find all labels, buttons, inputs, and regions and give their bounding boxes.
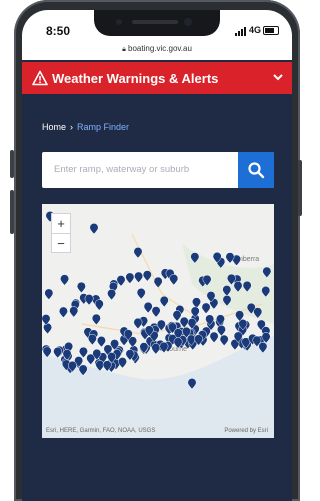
map-pin-icon[interactable] [91,313,101,326]
lock-icon: 🔒︎ [122,46,126,53]
map-pin-icon[interactable] [153,276,163,289]
map-pin-icon[interactable] [94,299,104,311]
map-pin-icon[interactable] [142,270,152,282]
status-time: 8:50 [46,24,71,38]
chevron-right-icon: › [70,122,74,132]
map-pin-icon[interactable] [209,331,219,344]
map-pin-icon[interactable] [190,252,200,264]
phone-side-button [10,190,14,234]
phone-side-button [10,150,14,178]
map-pin-icon[interactable] [96,336,106,348]
url-label: boating.vic.gov.au [128,44,192,53]
map-pin-icon[interactable] [262,266,272,279]
breadcrumb-home[interactable]: Home [42,122,66,132]
map-pin-icon[interactable] [87,333,97,346]
map-pin-icon[interactable] [53,346,63,359]
zoom-control: + − [51,213,71,253]
map-pin-icon[interactable] [222,285,232,297]
map-attribution: Esri, HERE, Garmin, FAO, NOAA, USGS [46,428,156,434]
zoom-in-button[interactable]: + [52,214,70,233]
map-pin-icon[interactable] [159,295,169,308]
ramp-map[interactable]: Canberra Melbourne + − Esri, HERE, Garmi… [42,204,274,438]
map-pin-icon[interactable] [151,343,161,355]
map-pin-icon[interactable] [95,360,105,372]
alert-title: Weather Warnings & Alerts [52,71,219,86]
zoom-out-button[interactable]: − [52,233,70,253]
map-pin-icon[interactable] [60,274,70,286]
map-pin-icon[interactable] [253,307,263,319]
map-pin-icon[interactable] [118,357,127,369]
map-pin-icon[interactable] [84,294,94,306]
map-pin-icon[interactable] [125,272,135,284]
map-pin-icon[interactable] [78,346,88,359]
map-pins [42,211,272,390]
signal-icon [235,26,247,36]
battery-icon [263,26,280,36]
map-pin-icon[interactable] [143,301,153,314]
status-bar: 8:50 4G [22,10,292,42]
map-pin-icon[interactable] [107,288,117,301]
map-pin-icon[interactable] [219,334,229,347]
phone-notch [94,10,220,36]
map-pin-icon[interactable] [133,247,143,259]
map-pin-icon[interactable] [187,378,197,390]
map-pin-icon[interactable] [169,274,179,286]
map-pin-icon[interactable] [242,280,252,293]
breadcrumb-current[interactable]: Ramp Finder [77,122,129,132]
warning-icon [32,70,48,86]
search-button[interactable] [238,152,274,188]
map-pin-icon[interactable] [192,297,201,309]
map-pin-icon[interactable] [133,317,143,330]
map-pin-icon[interactable] [216,324,226,337]
map-pin-icon[interactable] [222,295,232,307]
map-pin-icon[interactable] [258,341,268,354]
map-pin-icon[interactable] [89,223,99,235]
search-input[interactable]: Enter ramp, waterway or suburb [54,164,189,175]
map-pin-icon[interactable] [69,306,79,318]
map-pin-icon[interactable] [151,306,161,318]
map-powered-by: Powered by Esri [224,428,268,434]
map-pin-icon[interactable] [201,302,211,314]
chevron-down-icon[interactable] [272,71,284,83]
map-pin-icon[interactable] [261,286,271,298]
signal-indicator: 4G [235,25,280,36]
map-pin-icon[interactable] [136,288,146,300]
search-box[interactable]: Enter ramp, waterway or suburb [42,152,274,188]
search-icon [248,162,265,179]
phone-side-button [298,160,302,216]
phone-screen: 8:50 4G 🔒︎ boating.vic.gov.au Weather Wa… [22,10,292,501]
map-pin-icon[interactable] [43,322,53,335]
map-pin-icon[interactable] [225,252,235,264]
map-pin-icon[interactable] [58,306,68,318]
map-pin-icon[interactable] [233,281,243,293]
network-type: 4G [249,25,262,35]
map-pin-icon[interactable] [78,364,88,376]
url-text[interactable]: 🔒︎ boating.vic.gov.au [22,44,292,54]
alert-banner[interactable]: Weather Warnings & Alerts [22,62,292,94]
map-pin-icon[interactable] [44,288,54,300]
breadcrumb: Home › Ramp Finder [42,122,129,132]
map-pin-icon[interactable] [42,346,52,358]
map-pin-icon[interactable] [76,281,86,294]
map-pin-icon[interactable] [172,310,182,322]
map-pin-icon[interactable] [134,271,144,283]
